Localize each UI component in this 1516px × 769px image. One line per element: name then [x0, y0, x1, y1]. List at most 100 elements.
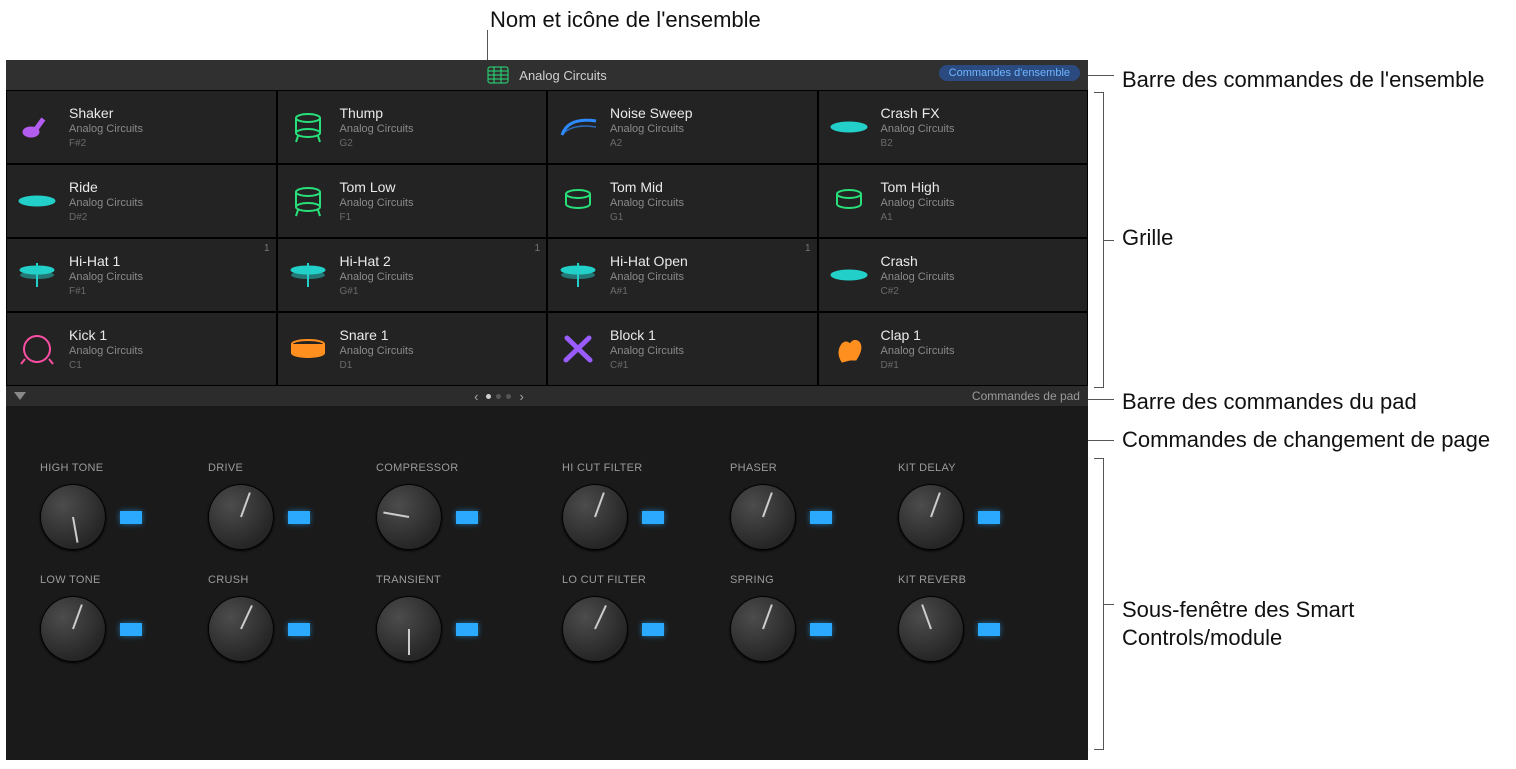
lead-line: [1104, 604, 1114, 605]
kit-controls-bar: Analog Circuits Commandes d'ensemble: [6, 60, 1088, 90]
pad-name: Clap 1: [881, 327, 955, 343]
kit-name-and-icon[interactable]: Analog Circuits: [487, 66, 606, 84]
pad-note: G2: [340, 138, 414, 149]
knob[interactable]: [376, 596, 442, 662]
pad-text: Tom HighAnalog CircuitsA1: [881, 179, 955, 223]
knob-led[interactable]: [120, 623, 142, 636]
pad-note: B2: [881, 138, 955, 149]
knob-led[interactable]: [810, 623, 832, 636]
pad-link-badge: 1: [805, 243, 811, 254]
pad-note: C#2: [881, 286, 955, 297]
pad-kit: Analog Circuits: [610, 271, 688, 283]
pad-cell[interactable]: CrashAnalog CircuitsC#2: [818, 238, 1089, 312]
chevron-left-icon[interactable]: ‹: [474, 389, 478, 404]
pad-cell[interactable]: Clap 1Analog CircuitsD#1: [818, 312, 1089, 386]
knob[interactable]: [208, 484, 274, 550]
knob-label: COMPRESSOR: [376, 462, 458, 474]
pad-name: Snare 1: [340, 327, 414, 343]
callout-kit-controls-bar-line1: Barre des commandes de l'ensemble: [1122, 66, 1485, 94]
pad-kit: Analog Circuits: [69, 345, 143, 357]
knob-led[interactable]: [456, 623, 478, 636]
pad-cell[interactable]: RideAnalog CircuitsD#2: [6, 164, 277, 238]
pad-cell[interactable]: Tom HighAnalog CircuitsA1: [818, 164, 1089, 238]
pad-cell[interactable]: Hi-Hat OpenAnalog CircuitsA#1 1: [547, 238, 818, 312]
pad-cell[interactable]: ShakerAnalog CircuitsF#2: [6, 90, 277, 164]
pad-text: Clap 1Analog CircuitsD#1: [881, 327, 955, 371]
knob[interactable]: [730, 484, 796, 550]
knob-led[interactable]: [810, 511, 832, 524]
knob-led[interactable]: [120, 511, 142, 524]
knob-label: CRUSH: [208, 574, 249, 586]
page-dots[interactable]: [486, 394, 511, 399]
pad-cell[interactable]: Crash FXAnalog CircuitsB2: [818, 90, 1089, 164]
clap-icon: [831, 331, 867, 367]
knob[interactable]: [376, 484, 442, 550]
pad-kit: Analog Circuits: [881, 271, 955, 283]
pad-cell[interactable]: Kick 1Analog CircuitsC1: [6, 312, 277, 386]
tom-icon: [560, 183, 596, 219]
pad-cell[interactable]: Tom MidAnalog CircuitsG1: [547, 164, 818, 238]
knob[interactable]: [208, 596, 274, 662]
pad-cell[interactable]: Snare 1Analog CircuitsD1: [277, 312, 548, 386]
pad-controls-label[interactable]: Commandes de pad: [972, 389, 1080, 403]
knob-led[interactable]: [288, 623, 310, 636]
pad-grid: ShakerAnalog CircuitsF#2ThumpAnalog Circ…: [6, 90, 1088, 386]
knob-cell: DRIVE: [202, 456, 370, 568]
pad-text: Crash FXAnalog CircuitsB2: [881, 105, 955, 149]
knob-led[interactable]: [978, 623, 1000, 636]
knob-led[interactable]: [642, 511, 664, 524]
pad-controls-bar: ‹ › Commandes de pad: [6, 386, 1088, 406]
pad-kit: Analog Circuits: [69, 271, 143, 283]
knob-label: KIT REVERB: [898, 574, 966, 586]
pad-note: C1: [69, 360, 143, 371]
sweep-icon: [560, 109, 596, 145]
knob-cell: CRUSH: [202, 568, 370, 680]
callout-pad-bar: Barre des commandes du pad: [1122, 388, 1417, 416]
kit-icon: [487, 66, 509, 84]
pad-kit: Analog Circuits: [69, 123, 143, 135]
page-dot[interactable]: [496, 394, 501, 399]
pad-name: Tom Low: [340, 179, 414, 195]
pad-cell[interactable]: Tom LowAnalog CircuitsF1: [277, 164, 548, 238]
pad-text: Hi-Hat OpenAnalog CircuitsA#1: [610, 253, 688, 297]
pad-name: Hi-Hat 2: [340, 253, 414, 269]
lead-line: [1088, 399, 1114, 400]
knob-led[interactable]: [642, 623, 664, 636]
ensemble-controls-button[interactable]: Commandes d'ensemble: [939, 65, 1080, 81]
knob-led[interactable]: [456, 511, 478, 524]
pad-cell[interactable]: ThumpAnalog CircuitsG2: [277, 90, 548, 164]
pad-note: G1: [610, 212, 684, 223]
pad-kit: Analog Circuits: [610, 345, 684, 357]
disclosure-triangle-icon[interactable]: [14, 392, 26, 400]
hihat-icon: [560, 257, 596, 293]
knob-cell: COMPRESSOR: [370, 456, 538, 568]
pad-note: G#1: [340, 286, 414, 297]
knob[interactable]: [898, 596, 964, 662]
knob-label: PHASER: [730, 462, 777, 474]
pad-cell[interactable]: Hi-Hat 2Analog CircuitsG#11: [277, 238, 548, 312]
knob-cell: HIGH TONE: [34, 456, 202, 568]
hihat-icon: [290, 257, 326, 293]
knob[interactable]: [40, 484, 106, 550]
pad-cell[interactable]: Hi-Hat 1Analog CircuitsF#11: [6, 238, 277, 312]
knob-cell: SPRING: [724, 568, 892, 680]
knob[interactable]: [730, 596, 796, 662]
page-dot[interactable]: [486, 394, 491, 399]
pad-cell[interactable]: Noise SweepAnalog CircuitsA2: [547, 90, 818, 164]
knob[interactable]: [562, 596, 628, 662]
pad-text: Kick 1Analog CircuitsC1: [69, 327, 143, 371]
pad-cell[interactable]: Block 1Analog CircuitsC#1: [547, 312, 818, 386]
callout-grid: Grille: [1122, 224, 1173, 252]
knob-led[interactable]: [978, 511, 1000, 524]
pad-kit: Analog Circuits: [881, 197, 955, 209]
cymbal-flat-icon: [19, 183, 55, 219]
knob[interactable]: [898, 484, 964, 550]
knob[interactable]: [40, 596, 106, 662]
knob-cell: PHASER: [724, 456, 892, 568]
knob[interactable]: [562, 484, 628, 550]
knob-led[interactable]: [288, 511, 310, 524]
chevron-right-icon[interactable]: ›: [519, 389, 523, 404]
pad-kit: Analog Circuits: [610, 197, 684, 209]
page-dot[interactable]: [506, 394, 511, 399]
pad-text: Snare 1Analog CircuitsD1: [340, 327, 414, 371]
